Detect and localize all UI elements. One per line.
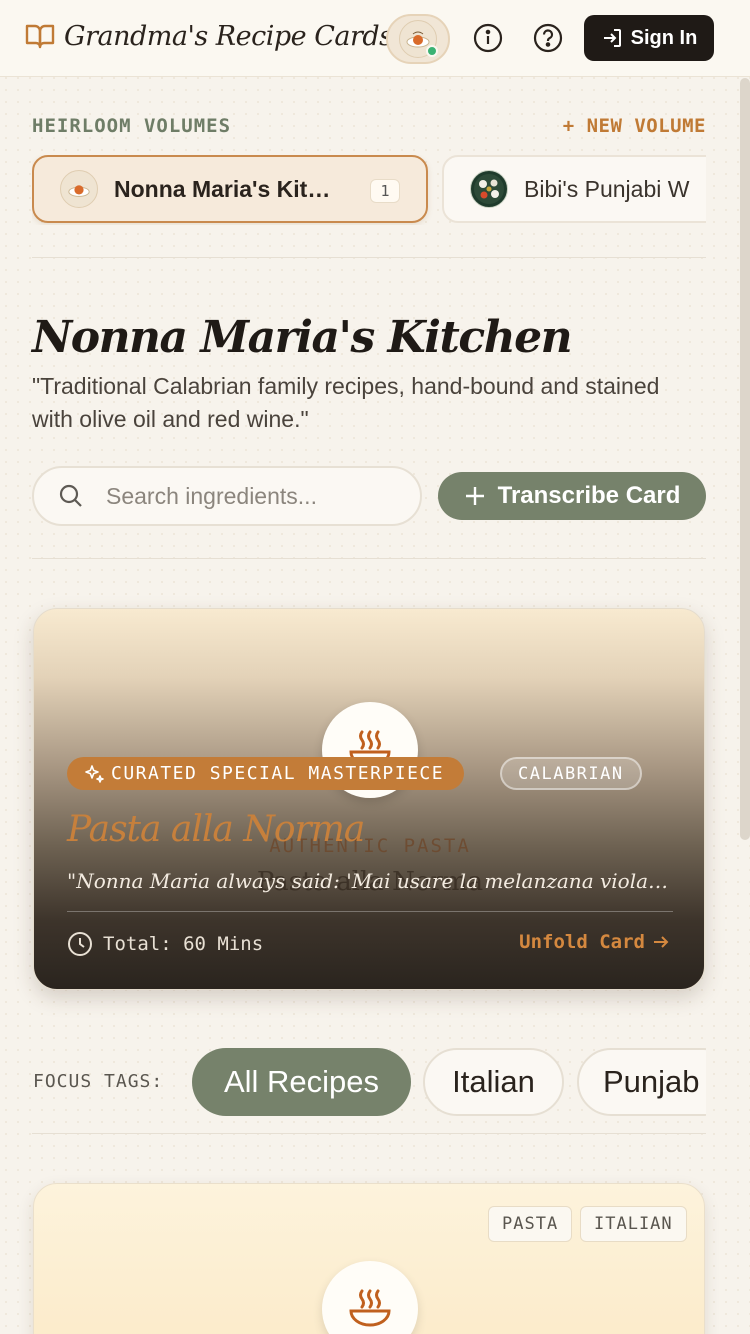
curated-badge: CURATED SPECIAL MASTERPIECE — [67, 757, 465, 790]
recipe-tag: PASTA — [488, 1206, 573, 1242]
divider — [32, 257, 706, 258]
featured-recipe-title: Pasta alla Norma — [67, 809, 365, 850]
plus-icon — [465, 487, 484, 505]
volumes-section-label: HEIRLOOM VOLUMES — [32, 115, 232, 137]
tag-italian[interactable]: Italian — [423, 1048, 564, 1116]
curated-badge-label: CURATED SPECIAL MASTERPIECE — [111, 763, 445, 784]
recipe-card[interactable]: PASTA ITALIAN — [33, 1183, 705, 1334]
recipe-image-placeholder — [322, 1261, 418, 1334]
transcribe-card-button[interactable]: Transcribe Card — [438, 472, 706, 520]
volume-description: "Traditional Calabrian family recipes, h… — [32, 373, 660, 432]
volume-title: Nonna Maria's Kitchen — [32, 312, 573, 363]
spice-platter-icon — [474, 174, 504, 204]
new-volume-button[interactable]: + NEW VOLUME — [563, 115, 706, 137]
volume-count-badge: 1 — [370, 179, 400, 203]
online-status-dot — [426, 45, 438, 57]
volume-thumbnail — [60, 170, 98, 208]
tag-all-recipes[interactable]: All Recipes — [192, 1048, 411, 1116]
profile-avatar-button[interactable] — [386, 14, 450, 64]
brand[interactable]: Grandma's Recipe Cards — [24, 20, 393, 52]
volume-chip-nonna-maria[interactable]: Nonna Maria's Kit… 1 — [32, 155, 428, 223]
sign-in-label: Sign In — [630, 26, 698, 49]
volume-name: Bibi's Punjabi W — [524, 175, 690, 202]
total-time: Total: 60 Mins — [67, 931, 263, 957]
volume-chip-bibi[interactable]: Bibi's Punjabi W — [442, 155, 706, 223]
focus-tags-label: FOCUS TAGS: — [33, 1071, 164, 1092]
search-field[interactable] — [32, 466, 422, 526]
sparkles-icon — [85, 764, 104, 783]
login-icon — [603, 29, 621, 47]
top-bar: Grandma's Recipe Cards Sign In — [0, 0, 750, 77]
search-input[interactable] — [106, 482, 406, 510]
total-time-label: Total: 60 Mins — [103, 933, 264, 955]
search-icon — [59, 484, 82, 507]
divider — [67, 911, 673, 912]
divider — [32, 1133, 706, 1134]
recipe-tag: ITALIAN — [580, 1206, 687, 1242]
steaming-bowl-icon — [349, 1289, 391, 1327]
divider — [32, 558, 706, 559]
tag-punjab[interactable]: Punjab — [577, 1048, 706, 1116]
info-icon — [473, 23, 503, 53]
pasta-plate-icon — [68, 185, 90, 197]
open-book-icon — [25, 24, 55, 49]
arrow-right-icon — [654, 936, 669, 948]
info-button[interactable] — [472, 22, 504, 54]
app-title: Grandma's Recipe Cards — [64, 20, 393, 52]
scrollbar[interactable] — [740, 78, 750, 840]
featured-recipe-card[interactable]: AUTHENTIC PASTA Pasta alla Norma CURATED… — [33, 608, 705, 990]
transcribe-label: Transcribe Card — [497, 482, 681, 509]
help-icon — [533, 23, 563, 53]
unfold-card-label: Unfold Card — [519, 931, 645, 953]
unfold-card-button[interactable]: Unfold Card — [519, 931, 671, 953]
clock-icon — [68, 932, 92, 956]
help-button[interactable] — [532, 22, 564, 54]
featured-recipe-quote: "Nonna Maria always said: 'Mai usare la … — [67, 869, 673, 893]
volume-name: Nonna Maria's Kit… — [114, 175, 331, 202]
focus-tags-list: All Recipes Italian Punjab — [192, 1048, 706, 1116]
sign-in-button[interactable]: Sign In — [584, 15, 714, 61]
region-badge: CALABRIAN — [500, 757, 642, 790]
volume-list: Nonna Maria's Kit… 1 Bibi's Punjabi W — [32, 155, 706, 225]
volume-thumbnail — [470, 170, 508, 208]
